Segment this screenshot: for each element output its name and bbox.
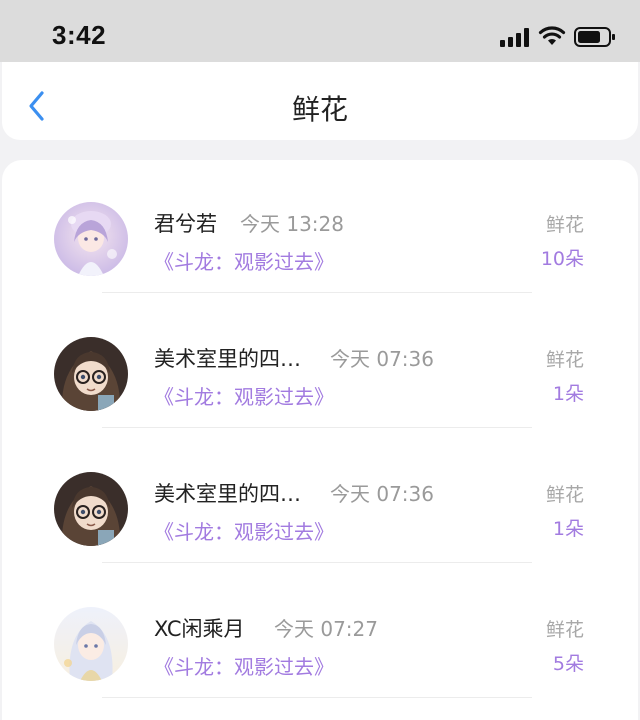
avatar-glasses-girl-icon <box>54 337 128 411</box>
divider <box>102 427 532 428</box>
timestamp: 今天 07:36 <box>330 482 434 506</box>
gift-record-list: 君兮若 今天 13:28 《斗龙：观影过去》 鲜花 10朵 美术室里的四… 今天… <box>2 160 638 720</box>
list-item[interactable]: 美术室里的四… 今天 07:36 《斗龙：观影过去》 鲜花 1朵 <box>2 430 638 565</box>
status-time: 3:42 <box>52 20 107 50</box>
list-item[interactable]: XC闲乘月 今天 07:27 《斗龙：观影过去》 鲜花 5朵 <box>2 565 638 700</box>
book-title[interactable]: 《斗龙：观影过去》 <box>154 246 334 275</box>
timestamp: 今天 13:28 <box>240 212 344 236</box>
user-name[interactable]: 美术室里的四… <box>154 343 301 373</box>
list-item[interactable]: 君兮若 今天 13:28 《斗龙：观影过去》 鲜花 10朵 <box>2 160 638 295</box>
gift-count: 1朵 <box>552 383 584 405</box>
timestamp: 今天 07:36 <box>330 347 434 371</box>
timestamp: 今天 07:27 <box>274 617 378 641</box>
book-title[interactable]: 《斗龙：观影过去》 <box>154 381 334 410</box>
wifi-icon <box>538 26 566 45</box>
gift-count: 10朵 <box>540 248 584 270</box>
page-title: 鲜花 <box>291 93 348 126</box>
avatar-girl-pastel-icon <box>54 202 128 276</box>
user-name[interactable]: 君兮若 <box>154 208 217 238</box>
gift-type: 鲜花 <box>545 349 584 371</box>
avatar-white-hair-girl-icon <box>54 607 128 681</box>
avatar-glasses-girl-icon <box>54 472 128 546</box>
avatar[interactable] <box>54 607 128 681</box>
divider <box>102 697 532 698</box>
avatar[interactable] <box>54 202 128 276</box>
cellular-signal-icon <box>500 27 532 47</box>
gift-count: 5朵 <box>552 653 584 675</box>
list-item[interactable]: 美术室里的四… 今天 07:36 《斗龙：观影过去》 鲜花 1朵 <box>2 295 638 430</box>
user-name[interactable]: 美术室里的四… <box>154 478 301 508</box>
divider <box>102 292 532 293</box>
avatar[interactable] <box>54 472 128 546</box>
gift-type: 鲜花 <box>545 484 584 506</box>
avatar[interactable] <box>54 337 128 411</box>
divider <box>102 562 532 563</box>
gift-type: 鲜花 <box>545 214 584 236</box>
gift-count: 1朵 <box>552 518 584 540</box>
status-bar: 3:42 <box>0 0 640 62</box>
battery-icon <box>574 27 615 47</box>
nav-header: 鲜花 <box>2 62 638 140</box>
book-title[interactable]: 《斗龙：观影过去》 <box>154 651 334 680</box>
gift-type: 鲜花 <box>545 619 584 641</box>
user-name[interactable]: XC闲乘月 <box>154 613 245 643</box>
book-title[interactable]: 《斗龙：观影过去》 <box>154 516 334 545</box>
